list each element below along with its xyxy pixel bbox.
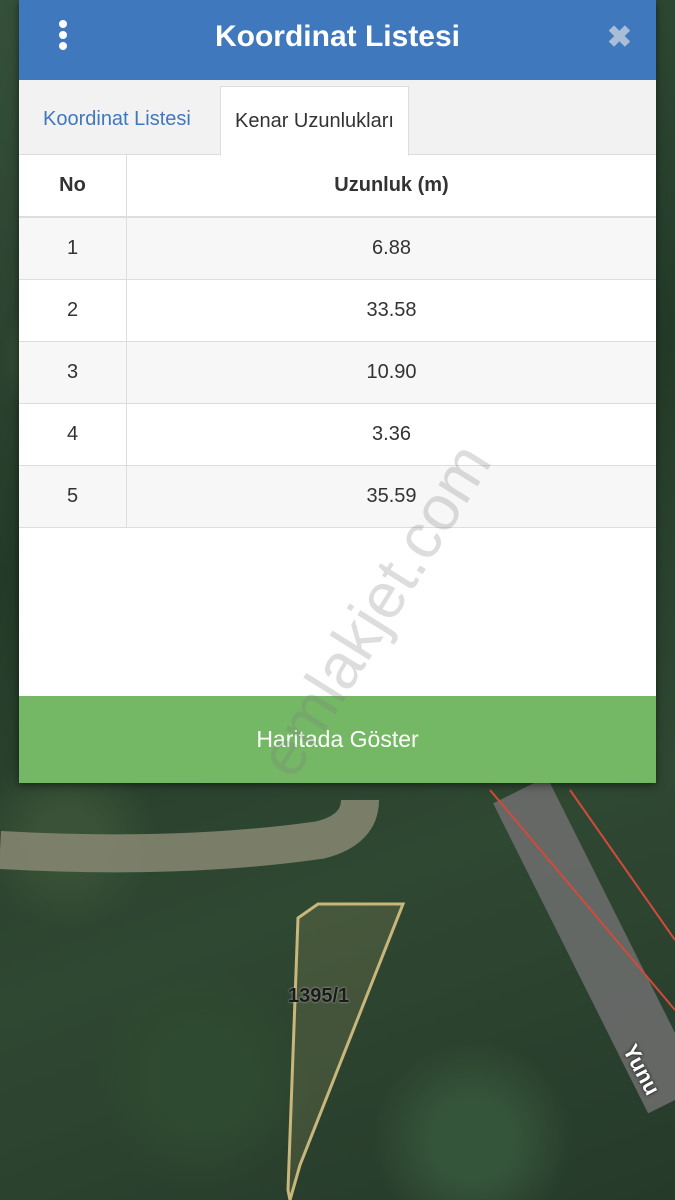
row-length: 35.59 xyxy=(126,465,656,528)
tab-bar: Koordinat Listesi Kenar Uzunlukları xyxy=(19,80,656,156)
column-header-length: Uzunluk (m) xyxy=(126,155,656,218)
table-row: 3 10.90 xyxy=(19,341,656,404)
row-length: 6.88 xyxy=(126,217,656,280)
table-row: 4 3.36 xyxy=(19,403,656,466)
edge-length-table: No Uzunluk (m) 1 6.88 2 33.58 3 10.90 4 … xyxy=(19,155,656,528)
show-on-map-button[interactable]: Haritada Göster xyxy=(19,696,656,783)
row-length: 3.36 xyxy=(126,403,656,466)
close-icon[interactable]: ✖ xyxy=(607,20,632,55)
dirt-road xyxy=(0,798,379,873)
dialog-header: Koordinat Listesi ✖ xyxy=(19,0,656,80)
row-number: 2 xyxy=(19,279,127,342)
parcel-outline[interactable] xyxy=(286,902,406,1200)
dialog-title: Koordinat Listesi xyxy=(214,20,461,53)
row-number: 4 xyxy=(19,403,127,466)
table-row: 1 6.88 xyxy=(19,217,656,280)
row-number: 5 xyxy=(19,465,127,528)
row-number: 1 xyxy=(19,217,127,280)
table-header-row: No Uzunluk (m) xyxy=(19,155,656,218)
column-header-no: No xyxy=(19,155,127,218)
tab-edge-lengths[interactable]: Kenar Uzunlukları xyxy=(220,86,409,156)
table-row: 5 35.59 xyxy=(19,465,656,528)
coordinate-dialog: Koordinat Listesi ✖ Koordinat Listesi Ke… xyxy=(19,0,656,783)
row-length: 10.90 xyxy=(126,341,656,404)
tab-coordinate-list[interactable]: Koordinat Listesi xyxy=(43,80,191,154)
table-row: 2 33.58 xyxy=(19,279,656,342)
asphalt-road xyxy=(493,776,675,1114)
row-number: 3 xyxy=(19,341,127,404)
row-length: 33.58 xyxy=(126,279,656,342)
parcel-label: 1395/1 xyxy=(288,985,350,1007)
